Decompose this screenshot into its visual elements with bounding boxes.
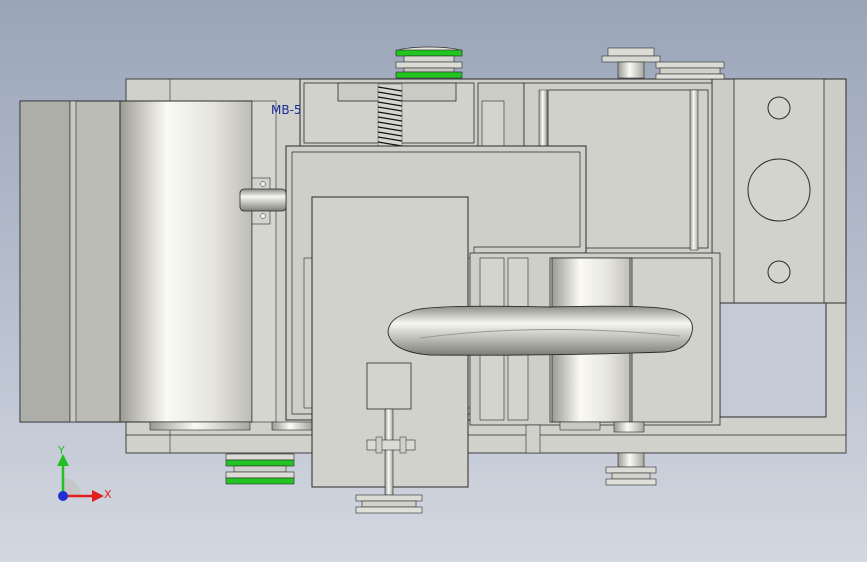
y-axis-label: Y — [57, 444, 65, 457]
part-label[interactable]: MB-5 — [271, 103, 302, 117]
curved-tube-handle — [387, 305, 693, 356]
top-seal-stack — [395, 46, 463, 79]
x-axis-label: X — [104, 488, 112, 501]
assembly-drawing: MB-5 Y X — [19, 46, 847, 514]
compression-spring — [377, 83, 403, 147]
right-bearing-housing — [711, 78, 847, 418]
bottom-seal-stack — [225, 453, 295, 485]
bottom-right-pulley — [605, 452, 657, 486]
coordinate-triad: Y X — [57, 444, 112, 502]
bottom-center-pulley — [355, 494, 423, 514]
cad-viewport[interactable]: MB-5 Y X — [0, 0, 867, 562]
z-axis-dot — [58, 491, 68, 501]
top-right-pulley — [601, 47, 725, 80]
left-roller — [19, 100, 313, 431]
